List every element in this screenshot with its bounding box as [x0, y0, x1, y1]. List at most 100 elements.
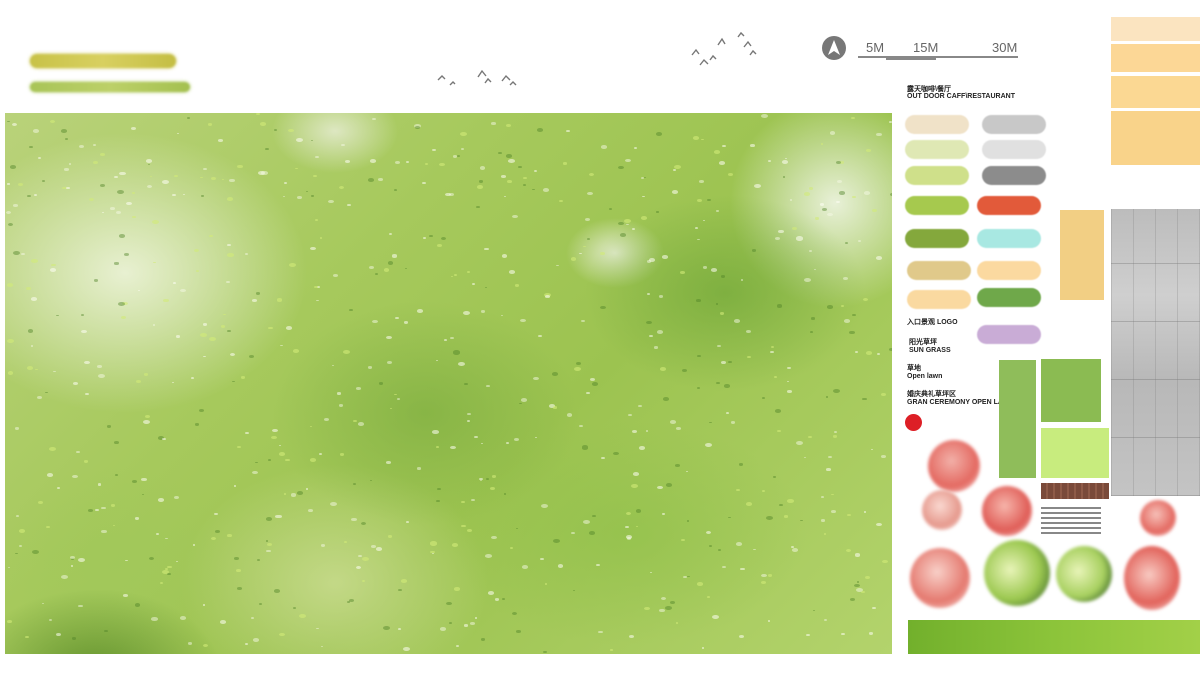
texture-speck [251, 470, 258, 475]
texture-speck [88, 509, 93, 512]
texture-speck [649, 571, 653, 574]
texture-speck [659, 367, 666, 371]
texture-speck [49, 119, 56, 124]
texture-speck [710, 268, 718, 273]
legend-outdoor-cafe-en: OUT DOOR CAFF\RESTAURANT [907, 93, 1015, 100]
texture-speck [34, 368, 38, 371]
texture-speck [19, 545, 23, 548]
sand-stripe-4 [1111, 111, 1200, 165]
texture-speck [258, 603, 262, 605]
texture-speck [519, 402, 523, 405]
texture-speck [824, 619, 827, 621]
texture-speck [776, 429, 782, 433]
texture-speck [467, 412, 472, 416]
texture-speck [566, 413, 573, 417]
texture-speck [631, 483, 638, 488]
texture-speck [101, 506, 106, 510]
grass-texture-map [5, 113, 892, 654]
texture-speck [820, 142, 824, 145]
swatch-lavender [977, 325, 1041, 344]
texture-speck [704, 442, 712, 447]
texture-speck [494, 598, 499, 601]
texture-speck [631, 430, 637, 434]
texture-speck [672, 169, 676, 172]
texture-speck [283, 196, 286, 198]
texture-speck [612, 451, 620, 456]
texture-speck [840, 632, 845, 636]
texture-speck [314, 218, 318, 221]
texture-speck [738, 634, 745, 639]
texture-speck [101, 529, 107, 534]
lawn-tile-bright [1041, 428, 1109, 478]
texture-speck [709, 421, 713, 424]
texture-speck [876, 522, 883, 527]
texture-speck [808, 187, 813, 190]
texture-speck [323, 418, 330, 422]
texture-speck [430, 550, 435, 554]
texture-speck [201, 195, 204, 197]
texture-speck [371, 319, 378, 324]
texture-speck [27, 329, 34, 333]
texture-speck [368, 266, 374, 270]
texture-speck [273, 588, 281, 593]
texture-speck [144, 415, 151, 419]
texture-speck [842, 277, 849, 281]
texture-speck [784, 515, 788, 518]
texture-speck [811, 317, 815, 320]
texture-speck [93, 279, 98, 282]
texture-speck [501, 598, 505, 600]
texture-speck [627, 414, 632, 417]
texture-speck [876, 132, 883, 137]
texture-speck [331, 364, 334, 366]
texture-speck [230, 352, 236, 356]
texture-speck [309, 246, 317, 251]
texture-speck [114, 441, 119, 445]
texture-speck [557, 564, 563, 568]
texture-speck [21, 252, 25, 255]
texture-speck [279, 632, 285, 637]
texture-speck [56, 486, 61, 489]
scale-label-5m: 5M [866, 40, 885, 55]
texture-speck [598, 630, 603, 634]
texture-speck [136, 380, 142, 384]
texture-speck [49, 447, 56, 452]
texture-speck [882, 559, 888, 563]
texture-speck [61, 574, 68, 579]
texture-speck [829, 131, 836, 135]
texture-speck [220, 620, 227, 624]
texture-speck [821, 496, 825, 498]
texture-speck [484, 287, 487, 289]
texture-speck [740, 567, 745, 571]
texture-speck [718, 161, 726, 166]
texture-speck [500, 314, 503, 316]
texture-speck [229, 178, 236, 183]
sand-stripe-2 [1111, 44, 1200, 72]
texture-speck [769, 350, 774, 354]
texture-speck [638, 446, 645, 450]
texture-speck [485, 554, 492, 559]
texture-speck [543, 650, 547, 653]
texture-speck [78, 558, 86, 563]
texture-speck [151, 617, 158, 621]
texture-speck [464, 382, 468, 385]
texture-speck [680, 271, 685, 275]
texture-speck [488, 591, 495, 595]
texture-speck [463, 310, 471, 315]
texture-speck [770, 346, 774, 348]
texture-speck [510, 546, 514, 549]
texture-speck [13, 250, 21, 255]
texture-speck [125, 559, 128, 561]
texture-speck [676, 427, 681, 430]
texture-speck [448, 622, 452, 625]
texture-speck [522, 565, 529, 569]
texture-speck [378, 382, 384, 385]
texture-speck [7, 338, 14, 343]
texture-speck [70, 556, 76, 560]
texture-speck [119, 171, 126, 176]
texture-speck [727, 360, 732, 364]
texture-speck [436, 446, 439, 448]
texture-speck [888, 120, 892, 123]
texture-speck [7, 371, 13, 375]
texture-speck [233, 485, 237, 487]
texture-speck [153, 324, 156, 326]
